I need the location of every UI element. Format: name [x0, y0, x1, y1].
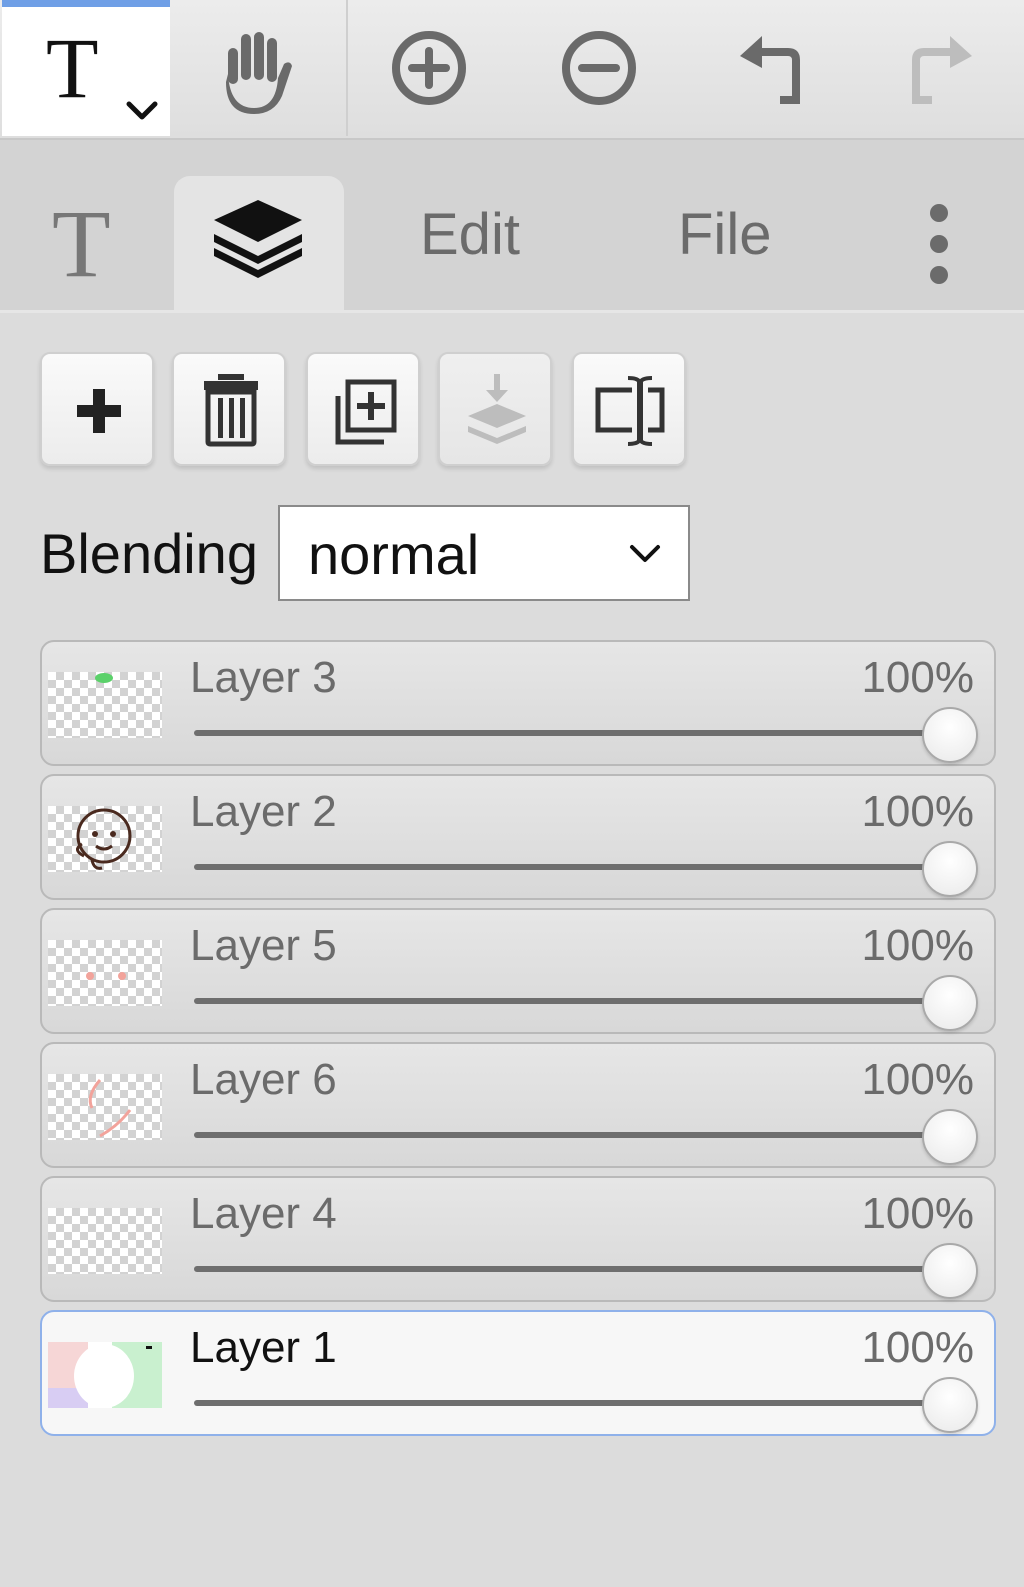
toolbar-separator — [346, 0, 348, 136]
layer-opacity-value: 100% — [861, 1055, 974, 1104]
zoom-in-icon[interactable] — [384, 26, 474, 116]
layers-icon — [214, 200, 302, 278]
layer-row[interactable]: Layer 5 100% — [40, 908, 996, 1034]
layer-row[interactable]: Layer 6 100% — [40, 1042, 996, 1168]
opacity-slider-handle[interactable] — [922, 1243, 978, 1299]
tab-file[interactable]: File — [678, 206, 771, 264]
main-toolbar: T — [0, 0, 1024, 140]
layer-thumbnail — [48, 1208, 162, 1274]
layer-row[interactable]: Layer 4 100% — [40, 1176, 996, 1302]
opacity-slider-track[interactable] — [194, 864, 950, 870]
rename-layer-button[interactable] — [572, 352, 686, 466]
layer-row-active[interactable]: Layer 1 100% — [40, 1310, 996, 1436]
zoom-out-icon[interactable] — [554, 26, 644, 116]
more-menu-icon[interactable] — [930, 204, 950, 284]
layer-opacity-value: 100% — [861, 921, 974, 970]
opacity-slider-track[interactable] — [194, 998, 950, 1004]
opacity-slider-track[interactable] — [194, 1266, 950, 1272]
chevron-down-icon[interactable] — [124, 99, 160, 123]
layer-name: Layer 5 — [190, 921, 337, 970]
layer-name: Layer 2 — [190, 787, 337, 836]
opacity-slider-handle[interactable] — [922, 841, 978, 897]
opacity-slider-track[interactable] — [194, 1132, 950, 1138]
layer-name: Layer 6 — [190, 1055, 337, 1104]
layer-thumbnail — [48, 672, 162, 738]
layer-name: Layer 3 — [190, 653, 337, 702]
tab-edit[interactable]: Edit — [420, 206, 520, 264]
chevron-down-icon — [630, 545, 660, 562]
blending-select[interactable]: normal — [278, 505, 690, 601]
layer-opacity-value: 100% — [861, 1189, 974, 1238]
opacity-slider-track[interactable] — [194, 730, 950, 736]
layer-name: Layer 1 — [190, 1323, 337, 1372]
redo-icon[interactable] — [894, 26, 984, 116]
layer-row[interactable]: Layer 2 100% — [40, 774, 996, 900]
hand-icon[interactable] — [210, 26, 300, 116]
opacity-slider-handle[interactable] — [922, 1109, 978, 1165]
layer-thumbnail — [48, 1074, 162, 1140]
text-tool-icon: T — [46, 20, 99, 116]
plus-icon — [77, 389, 121, 433]
trash-icon — [204, 374, 258, 447]
tab-text[interactable]: T — [52, 196, 111, 292]
tab-layers[interactable] — [174, 176, 344, 310]
opacity-slider-track[interactable] — [194, 1400, 950, 1406]
merge-down-button[interactable] — [438, 352, 552, 466]
opacity-slider-handle[interactable] — [922, 1377, 978, 1433]
opacity-slider-handle[interactable] — [922, 975, 978, 1031]
panel-tab-bar: T Edit File — [0, 140, 1024, 313]
opacity-slider-handle[interactable] — [922, 707, 978, 763]
text-tool-button[interactable]: T — [2, 0, 170, 136]
layer-thumbnail — [48, 1342, 162, 1408]
layer-opacity-value: 100% — [861, 787, 974, 836]
undo-icon[interactable] — [728, 26, 818, 116]
layer-row[interactable]: Layer 3 100% — [40, 640, 996, 766]
blending-value: normal — [308, 523, 480, 586]
layer-thumbnail — [48, 940, 162, 1006]
layer-thumbnail — [48, 806, 162, 872]
delete-layer-button[interactable] — [172, 352, 286, 466]
layer-name: Layer 4 — [190, 1189, 337, 1238]
layer-opacity-value: 100% — [861, 653, 974, 702]
text-cursor-icon — [595, 376, 665, 446]
duplicate-layer-button[interactable] — [306, 352, 420, 466]
merge-down-icon — [468, 374, 526, 444]
duplicate-icon — [335, 379, 397, 445]
blending-label: Blending — [40, 522, 258, 585]
add-layer-button[interactable] — [40, 352, 154, 466]
layer-opacity-value: 100% — [861, 1323, 974, 1372]
